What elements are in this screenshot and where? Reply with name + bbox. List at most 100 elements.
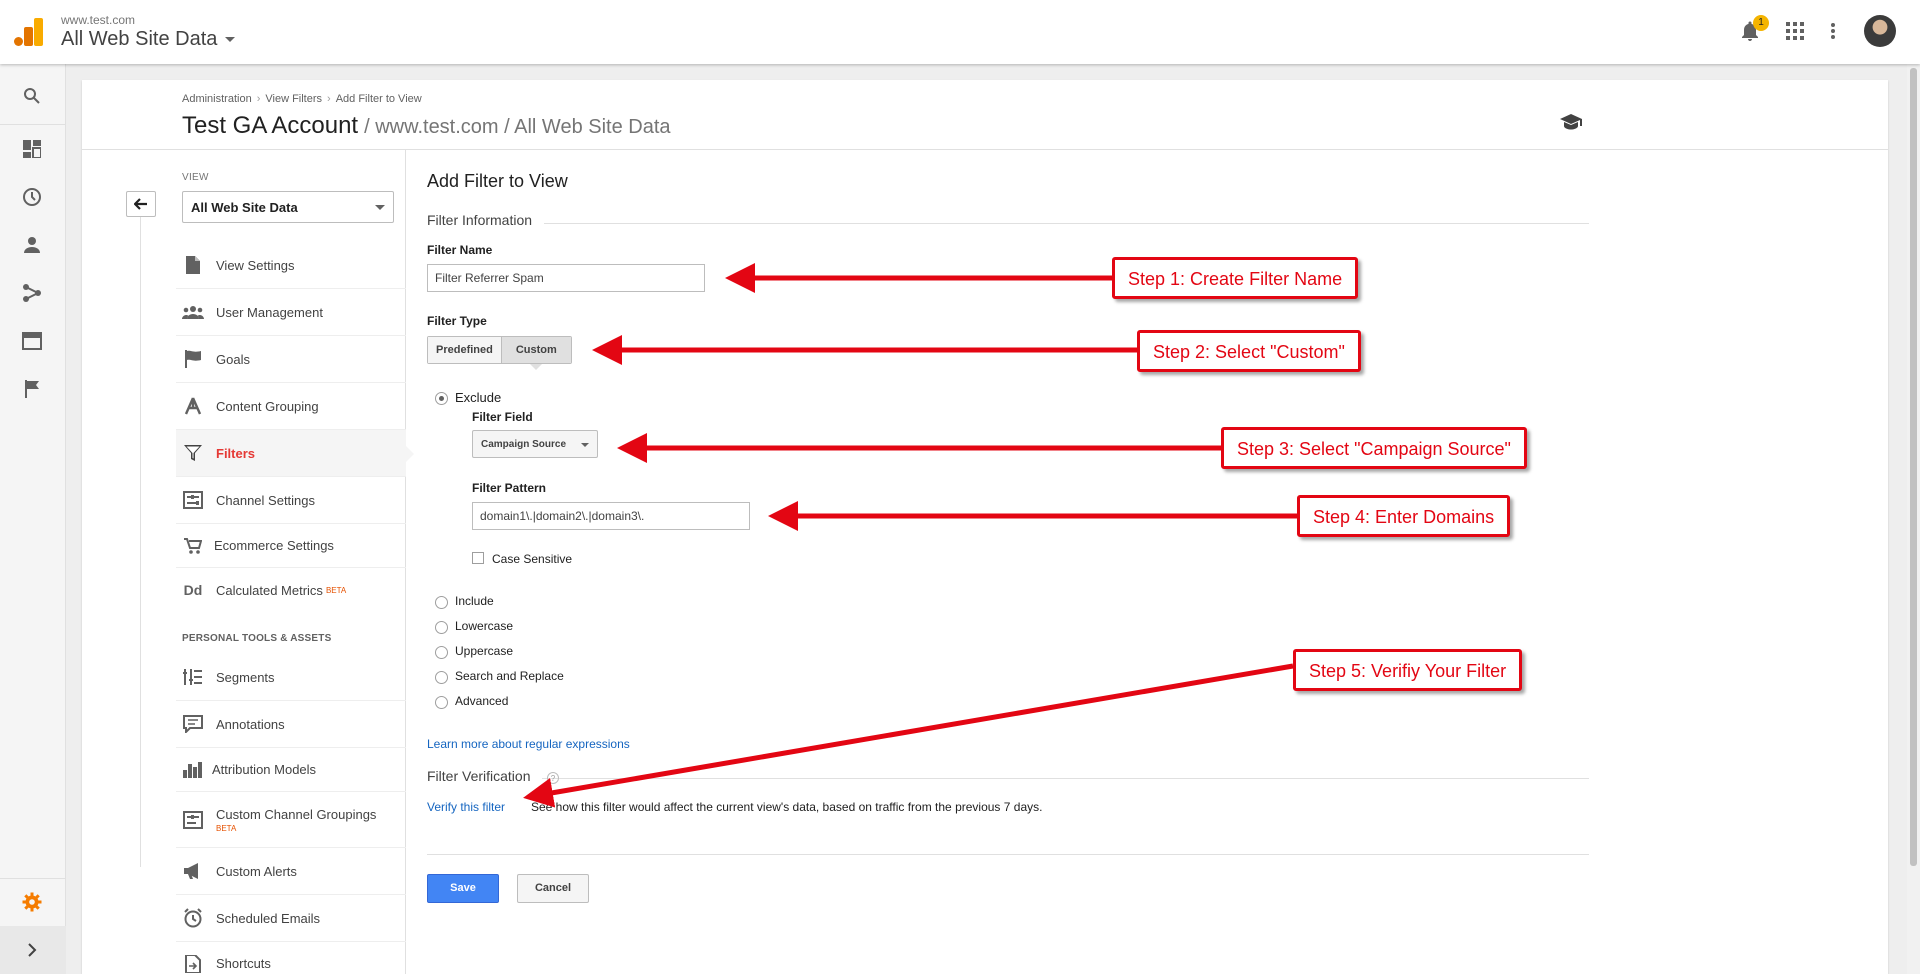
avatar[interactable] (1864, 15, 1896, 47)
filter-field-label: Filter Field (472, 410, 533, 424)
gear-icon[interactable] (20, 890, 44, 914)
admin-sidebar: View Settings User Management Goals Cont… (176, 242, 414, 974)
sidebar-item-label: Attribution Models (212, 762, 317, 777)
search-and-replace-label: Search and Replace (455, 669, 564, 683)
segments-icon (182, 666, 204, 688)
search-icon[interactable] (20, 84, 44, 108)
sidebar-item-filters[interactable]: Filters (176, 430, 414, 477)
page-scrollbar-thumb[interactable] (1910, 68, 1917, 866)
filter-information-heading: Filter Information (427, 212, 545, 228)
advanced-radio[interactable] (435, 696, 448, 709)
breadcrumb-add-filter: Add Filter to View (335, 93, 422, 105)
uppercase-radio[interactable] (435, 646, 448, 659)
breadcrumb-administration[interactable]: Administration (182, 93, 252, 105)
sidebar-item-calculated-metrics[interactable]: Dd Calculated Metrics BETA (176, 568, 406, 612)
step5-callout: Step 5: Verifiy Your Filter (1293, 649, 1523, 691)
regex-help-link[interactable]: Learn more about regular expressions (427, 737, 630, 751)
dashboard-icon[interactable] (20, 137, 44, 161)
custom-tab[interactable]: Custom (500, 337, 571, 370)
sidebar-item-attribution-models[interactable]: Attribution Models (176, 748, 406, 792)
step3-callout: Step 3: Select "Campaign Source" (1221, 427, 1527, 469)
view-picker[interactable]: All Web Site Data (61, 28, 236, 51)
sidebar-item-label: Content Grouping (216, 398, 319, 414)
breadcrumb: Administration › View Filters › Add Filter t… (182, 93, 422, 105)
exclude-label: Exclude (455, 390, 502, 405)
sidebar-item-annotations[interactable]: Annotations (176, 701, 406, 748)
filter-field-select[interactable]: Campaign Source (472, 430, 598, 458)
include-label: Include (455, 594, 494, 608)
filter-field-value: Campaign Source (481, 439, 567, 450)
help-icon[interactable]: ? (547, 772, 559, 784)
filter-pattern-input[interactable] (472, 502, 750, 530)
sidebar-item-view-settings[interactable]: View Settings (176, 242, 406, 289)
document-icon (182, 254, 204, 276)
account-name: Test GA Account (182, 112, 359, 139)
sidebar-item-label: Shortcuts (216, 956, 271, 971)
sidebar-item-scheduled-emails[interactable]: Scheduled Emails (176, 895, 406, 942)
channel-settings-icon (182, 489, 204, 511)
users-icon (182, 301, 204, 323)
top-bar: www.test.com All Web Site Data 1 (0, 0, 1920, 64)
expand-rail-button[interactable] (0, 926, 66, 974)
section-divider (427, 778, 1589, 779)
filter-name-input[interactable] (427, 264, 705, 292)
filter-type-label: Filter Type (427, 314, 487, 328)
sidebar-item-label: Segments (216, 669, 275, 685)
cart-icon (182, 535, 204, 557)
save-button[interactable]: Save (427, 874, 499, 903)
more-vert-icon[interactable] (1830, 20, 1836, 42)
step4-callout: Step 4: Enter Domains (1297, 495, 1511, 537)
content-grouping-icon (182, 395, 204, 417)
breadcrumb-view-filters[interactable]: View Filters (265, 93, 322, 105)
sidebar-item-ecommerce-settings[interactable]: Ecommerce Settings (176, 524, 406, 568)
beta-badge: BETA (216, 823, 237, 833)
sidebar-item-segments[interactable]: Segments (176, 654, 406, 701)
analytics-logo[interactable] (14, 18, 44, 46)
back-button[interactable] (126, 191, 156, 217)
cancel-button[interactable]: Cancel (517, 874, 589, 903)
chevron-down-icon (375, 205, 385, 210)
sidebar-item-content-grouping[interactable]: Content Grouping (176, 383, 406, 430)
sidebar-item-custom-alerts[interactable]: Custom Alerts (176, 848, 406, 895)
view-select[interactable]: All Web Site Data (182, 191, 394, 223)
view-label: VIEW (182, 172, 209, 183)
filter-icon (182, 442, 204, 464)
filter-type-toggle: Predefined Custom (427, 336, 572, 370)
conversions-icon[interactable] (20, 377, 44, 401)
case-sensitive-label: Case Sensitive (492, 552, 573, 566)
property-url: www.test.com (61, 13, 136, 27)
chevron-right-icon (28, 943, 37, 957)
lowercase-label: Lowercase (455, 619, 514, 633)
filter-name-label: Filter Name (427, 243, 493, 257)
exclude-radio[interactable] (435, 392, 448, 405)
sidebar-item-shortcuts[interactable]: Shortcuts (176, 942, 406, 974)
beta-badge: BETA (325, 585, 347, 595)
realtime-icon[interactable] (20, 185, 44, 209)
arrow-back-icon (134, 198, 147, 210)
view-picker-label: All Web Site Data (61, 28, 218, 50)
sidebar-item-goals[interactable]: Goals (176, 336, 406, 383)
predefined-tab[interactable]: Predefined (428, 337, 501, 363)
sidebar-item-label: View Settings (216, 257, 295, 273)
lowercase-radio[interactable] (435, 621, 448, 634)
search-and-replace-radio[interactable] (435, 671, 448, 684)
form-title: Add Filter to View (427, 171, 568, 191)
shortcut-icon (182, 953, 204, 974)
dd-icon: Dd (183, 582, 203, 598)
verify-filter-link[interactable]: Verify this filter (427, 800, 505, 814)
audience-icon[interactable] (20, 233, 44, 257)
include-radio[interactable] (435, 596, 448, 609)
megaphone-icon (182, 860, 204, 882)
annotation-icon (182, 713, 204, 735)
case-sensitive-checkbox[interactable] (472, 552, 484, 564)
apps-grid-icon[interactable] (1786, 22, 1804, 40)
sidebar-item-user-management[interactable]: User Management (176, 289, 406, 336)
sidebar-item-custom-channel-groupings[interactable]: Custom Channel Groupings BETA (176, 792, 406, 848)
sidebar-item-label: Filters (216, 445, 256, 461)
sidebar-item-label: Goals (216, 351, 250, 367)
sidebar-item-label: Annotations (216, 716, 285, 732)
acquisition-icon[interactable] (20, 281, 44, 305)
sidebar-item-channel-settings[interactable]: Channel Settings (176, 477, 406, 524)
section-divider (427, 223, 1589, 224)
behavior-icon[interactable] (20, 329, 44, 353)
